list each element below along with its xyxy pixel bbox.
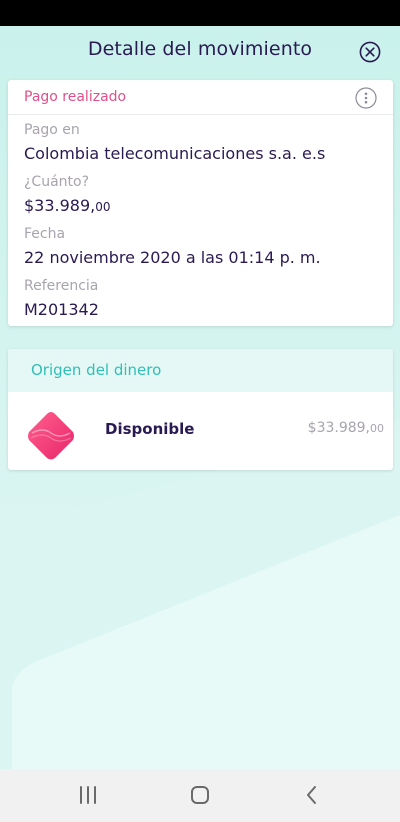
more-vertical-icon <box>355 87 377 109</box>
amount-integer: $33.989, <box>24 196 96 215</box>
merchant-label: Pago en <box>24 122 80 138</box>
money-origin-title: Origen del dinero <box>31 361 162 379</box>
movement-status-header: Pago realizado <box>8 80 393 115</box>
more-options-button[interactable] <box>355 87 377 109</box>
reference-label: Referencia <box>24 278 99 294</box>
diamond-pocket-icon <box>28 412 74 460</box>
merchant-value: Colombia telecomunicaciones s.a. e.s <box>24 144 326 163</box>
back-icon <box>307 786 316 804</box>
recent-apps-icon <box>80 786 96 804</box>
header: Detalle del movimiento <box>0 26 400 76</box>
reference-value: M201342 <box>24 300 99 319</box>
movement-detail-card: Pago realizado Pago en Colombia telecomu… <box>8 80 393 326</box>
amount-value: $33.989,00 <box>24 196 111 215</box>
amount-cents: 00 <box>95 200 111 214</box>
origin-row[interactable]: Disponible $33.989,00 <box>8 392 393 470</box>
money-origin-header: Origen del dinero <box>8 349 393 392</box>
close-circle-icon <box>359 41 381 63</box>
back-button[interactable] <box>300 783 324 807</box>
date-value: 22 noviembre 2020 a las 01:14 p. m. <box>24 248 321 267</box>
origin-name: Disponible <box>105 420 195 438</box>
status-label: Pago realizado <box>24 89 127 105</box>
origin-amount-cents: 00 <box>370 422 384 435</box>
home-button[interactable] <box>188 783 212 807</box>
system-navigation-bar <box>0 769 400 822</box>
close-button[interactable] <box>359 41 381 63</box>
origin-amount: $33.989,00 <box>308 420 384 436</box>
money-origin-card: Origen del dinero Disponible $33.989,00 <box>8 349 393 470</box>
home-icon <box>191 786 209 804</box>
recent-apps-button[interactable] <box>76 783 100 807</box>
page-title: Detalle del movimiento <box>87 38 313 60</box>
date-label: Fecha <box>24 226 66 242</box>
amount-label: ¿Cuánto? <box>24 174 90 190</box>
origin-amount-integer: $33.989, <box>307 420 370 436</box>
status-bar <box>0 0 400 26</box>
